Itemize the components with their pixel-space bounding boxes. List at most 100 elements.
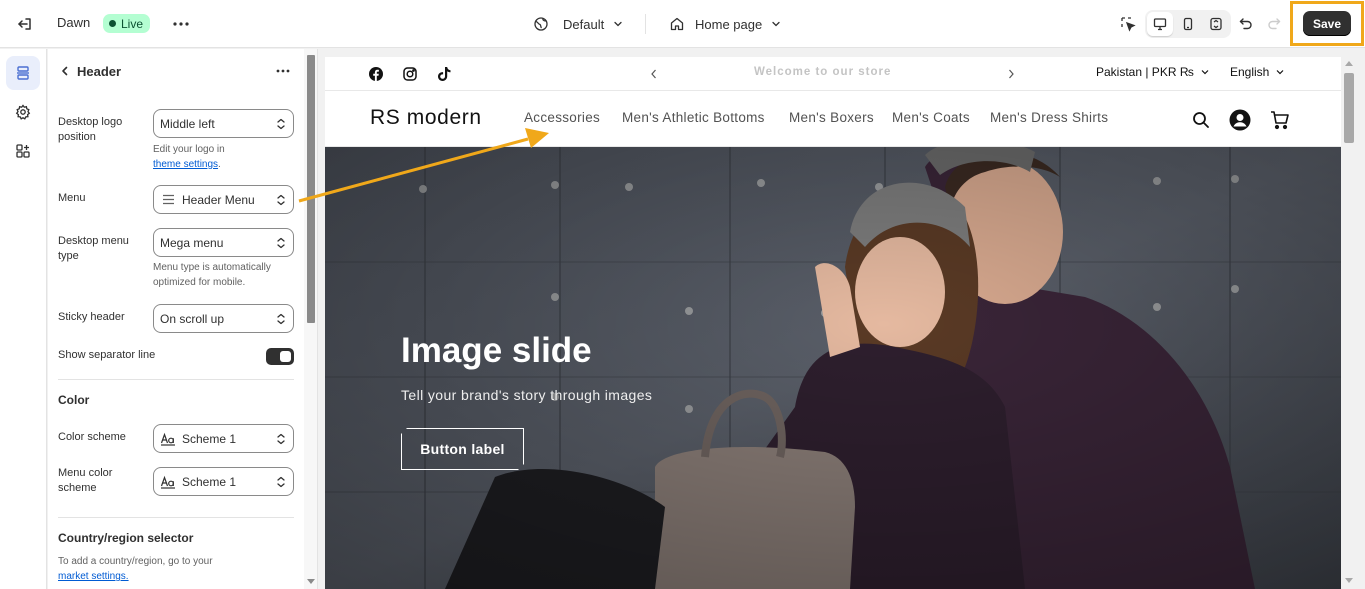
- toggle-knob: [280, 351, 291, 362]
- save-button[interactable]: Save: [1303, 11, 1351, 36]
- menu-color-label: Menu color scheme: [58, 467, 113, 494]
- more-horizontal-icon[interactable]: [273, 61, 293, 81]
- chevron-down-icon: [770, 18, 782, 30]
- divider: [645, 14, 646, 34]
- account-icon[interactable]: [1228, 108, 1252, 132]
- fullscreen-icon[interactable]: [1203, 12, 1229, 36]
- logo-position-select[interactable]: Middle left: [153, 109, 294, 138]
- divider: [58, 379, 294, 380]
- nav-item-athletic-bottoms[interactable]: Men's Athletic Bottoms: [622, 110, 765, 125]
- store-logo[interactable]: RS modern: [370, 106, 482, 130]
- logo-help-suffix: .: [218, 159, 221, 170]
- hero-slideshow: Image slide Tell your brand's story thro…: [325, 147, 1341, 589]
- hero-title: Image slide: [401, 331, 592, 370]
- storefront-preview: Welcome to our store Pakistan | PKR ₨ En…: [325, 57, 1341, 589]
- scroll-down-arrow-icon[interactable]: [307, 579, 315, 584]
- sticky-header-value: On scroll up: [160, 311, 225, 326]
- page-selector[interactable]: Home page: [669, 12, 782, 36]
- hero-subtitle: Tell your brand's story through images: [401, 387, 653, 403]
- theme-settings-link[interactable]: theme settings: [153, 159, 218, 170]
- color-section-heading: Color: [58, 393, 90, 407]
- text-color-icon: [160, 432, 176, 446]
- panel-header: Header: [48, 49, 304, 93]
- tiktok-icon[interactable]: [436, 66, 452, 82]
- live-status-badge: Live: [103, 14, 151, 33]
- select-arrows-icon: [276, 433, 286, 445]
- nav-item-coats[interactable]: Men's Coats: [892, 110, 970, 125]
- country-label: Pakistan | PKR ₨: [1096, 65, 1194, 79]
- select-arrows-icon: [276, 313, 286, 325]
- nav-item-dress-shirts[interactable]: Men's Dress Shirts: [990, 110, 1108, 125]
- logo-help-prefix: Edit your logo in: [153, 144, 225, 155]
- sticky-header-select[interactable]: On scroll up: [153, 304, 294, 333]
- undo-icon[interactable]: [1236, 14, 1256, 34]
- color-scheme-select[interactable]: Scheme 1: [153, 424, 294, 453]
- template-selector[interactable]: Default: [533, 12, 624, 36]
- hero-button[interactable]: Button label: [401, 428, 524, 470]
- editor-icon-rail: [0, 49, 47, 589]
- menu-label: Menu: [58, 192, 86, 204]
- country-help: To add a country/region, go to your: [58, 556, 213, 567]
- country-section-heading: Country/region selector: [58, 531, 194, 545]
- scroll-up-arrow-icon[interactable]: [1345, 61, 1353, 66]
- chevron-down-icon: [1200, 67, 1210, 77]
- scrollbar-thumb[interactable]: [307, 55, 315, 323]
- cart-icon[interactable]: [1268, 108, 1292, 132]
- chevron-right-icon[interactable]: [1004, 67, 1018, 81]
- nav-item-boxers[interactable]: Men's Boxers: [789, 110, 874, 125]
- select-arrows-icon: [276, 194, 286, 206]
- instagram-icon[interactable]: [402, 66, 418, 82]
- preview-scrollbar[interactable]: [1341, 57, 1357, 589]
- chevron-left-icon[interactable]: [647, 67, 661, 81]
- nav-item-accessories[interactable]: Accessories: [524, 110, 600, 125]
- back-arrow-icon[interactable]: [56, 62, 74, 80]
- redo-icon[interactable]: [1264, 14, 1284, 34]
- search-icon[interactable]: [1189, 108, 1213, 132]
- sticky-header-label: Sticky header: [58, 311, 125, 323]
- country-selector[interactable]: Pakistan | PKR ₨: [1096, 65, 1210, 79]
- menu-type-label: Desktop menu type: [58, 235, 129, 262]
- menu-type-select[interactable]: Mega menu: [153, 228, 294, 257]
- apps-icon[interactable]: [6, 134, 40, 168]
- live-label: Live: [121, 16, 144, 31]
- menu-list-icon: [160, 193, 176, 207]
- facebook-icon[interactable]: [368, 66, 384, 82]
- home-icon: [669, 16, 685, 32]
- template-label: Default: [563, 16, 605, 32]
- select-cursor-icon[interactable]: [1118, 14, 1138, 34]
- logo-position-label: Desktop logo position: [58, 116, 123, 143]
- menu-type-value: Mega menu: [160, 235, 224, 250]
- menu-color-select[interactable]: Scheme 1: [153, 467, 294, 496]
- device-toggle-group: [1145, 10, 1231, 38]
- section-settings-panel: Header Desktop logo position Middle left…: [48, 49, 318, 589]
- scrollbar-thumb[interactable]: [1344, 73, 1354, 143]
- exit-icon[interactable]: [14, 13, 36, 35]
- globe-icon: [533, 16, 549, 32]
- separator-toggle[interactable]: [266, 348, 294, 365]
- menu-select[interactable]: Header Menu: [153, 185, 294, 214]
- color-scheme-label: Color scheme: [58, 431, 126, 443]
- menu-value: Header Menu: [182, 192, 255, 207]
- panel-scrollbar[interactable]: [304, 49, 317, 589]
- country-help-text: To add a country/region, go to your mark…: [58, 554, 294, 584]
- select-arrows-icon: [276, 237, 286, 249]
- logo-help-text: Edit your logo in theme settings.: [153, 142, 293, 172]
- language-selector[interactable]: English: [1230, 65, 1285, 79]
- text-color-icon: [160, 475, 176, 489]
- gear-icon[interactable]: [6, 95, 40, 129]
- more-horizontal-icon[interactable]: [170, 13, 192, 35]
- theme-name: Dawn: [57, 15, 91, 30]
- mobile-icon[interactable]: [1175, 12, 1201, 36]
- scroll-down-arrow-icon[interactable]: [1345, 578, 1353, 583]
- store-header: RS modern Accessories Men's Athletic Bot…: [325, 92, 1341, 147]
- sections-icon[interactable]: [6, 56, 40, 90]
- panel-title: Header: [77, 64, 122, 79]
- separator-label: Show separator line: [58, 349, 156, 361]
- announcement-text: Welcome to our store: [754, 66, 892, 78]
- chevron-down-icon: [1275, 67, 1285, 77]
- desktop-icon[interactable]: [1147, 12, 1173, 36]
- menu-type-help: Menu type is automatically optimized for…: [153, 262, 271, 288]
- market-settings-link[interactable]: market settings.: [58, 571, 129, 582]
- logo-position-value: Middle left: [160, 116, 215, 131]
- language-label: English: [1230, 65, 1270, 79]
